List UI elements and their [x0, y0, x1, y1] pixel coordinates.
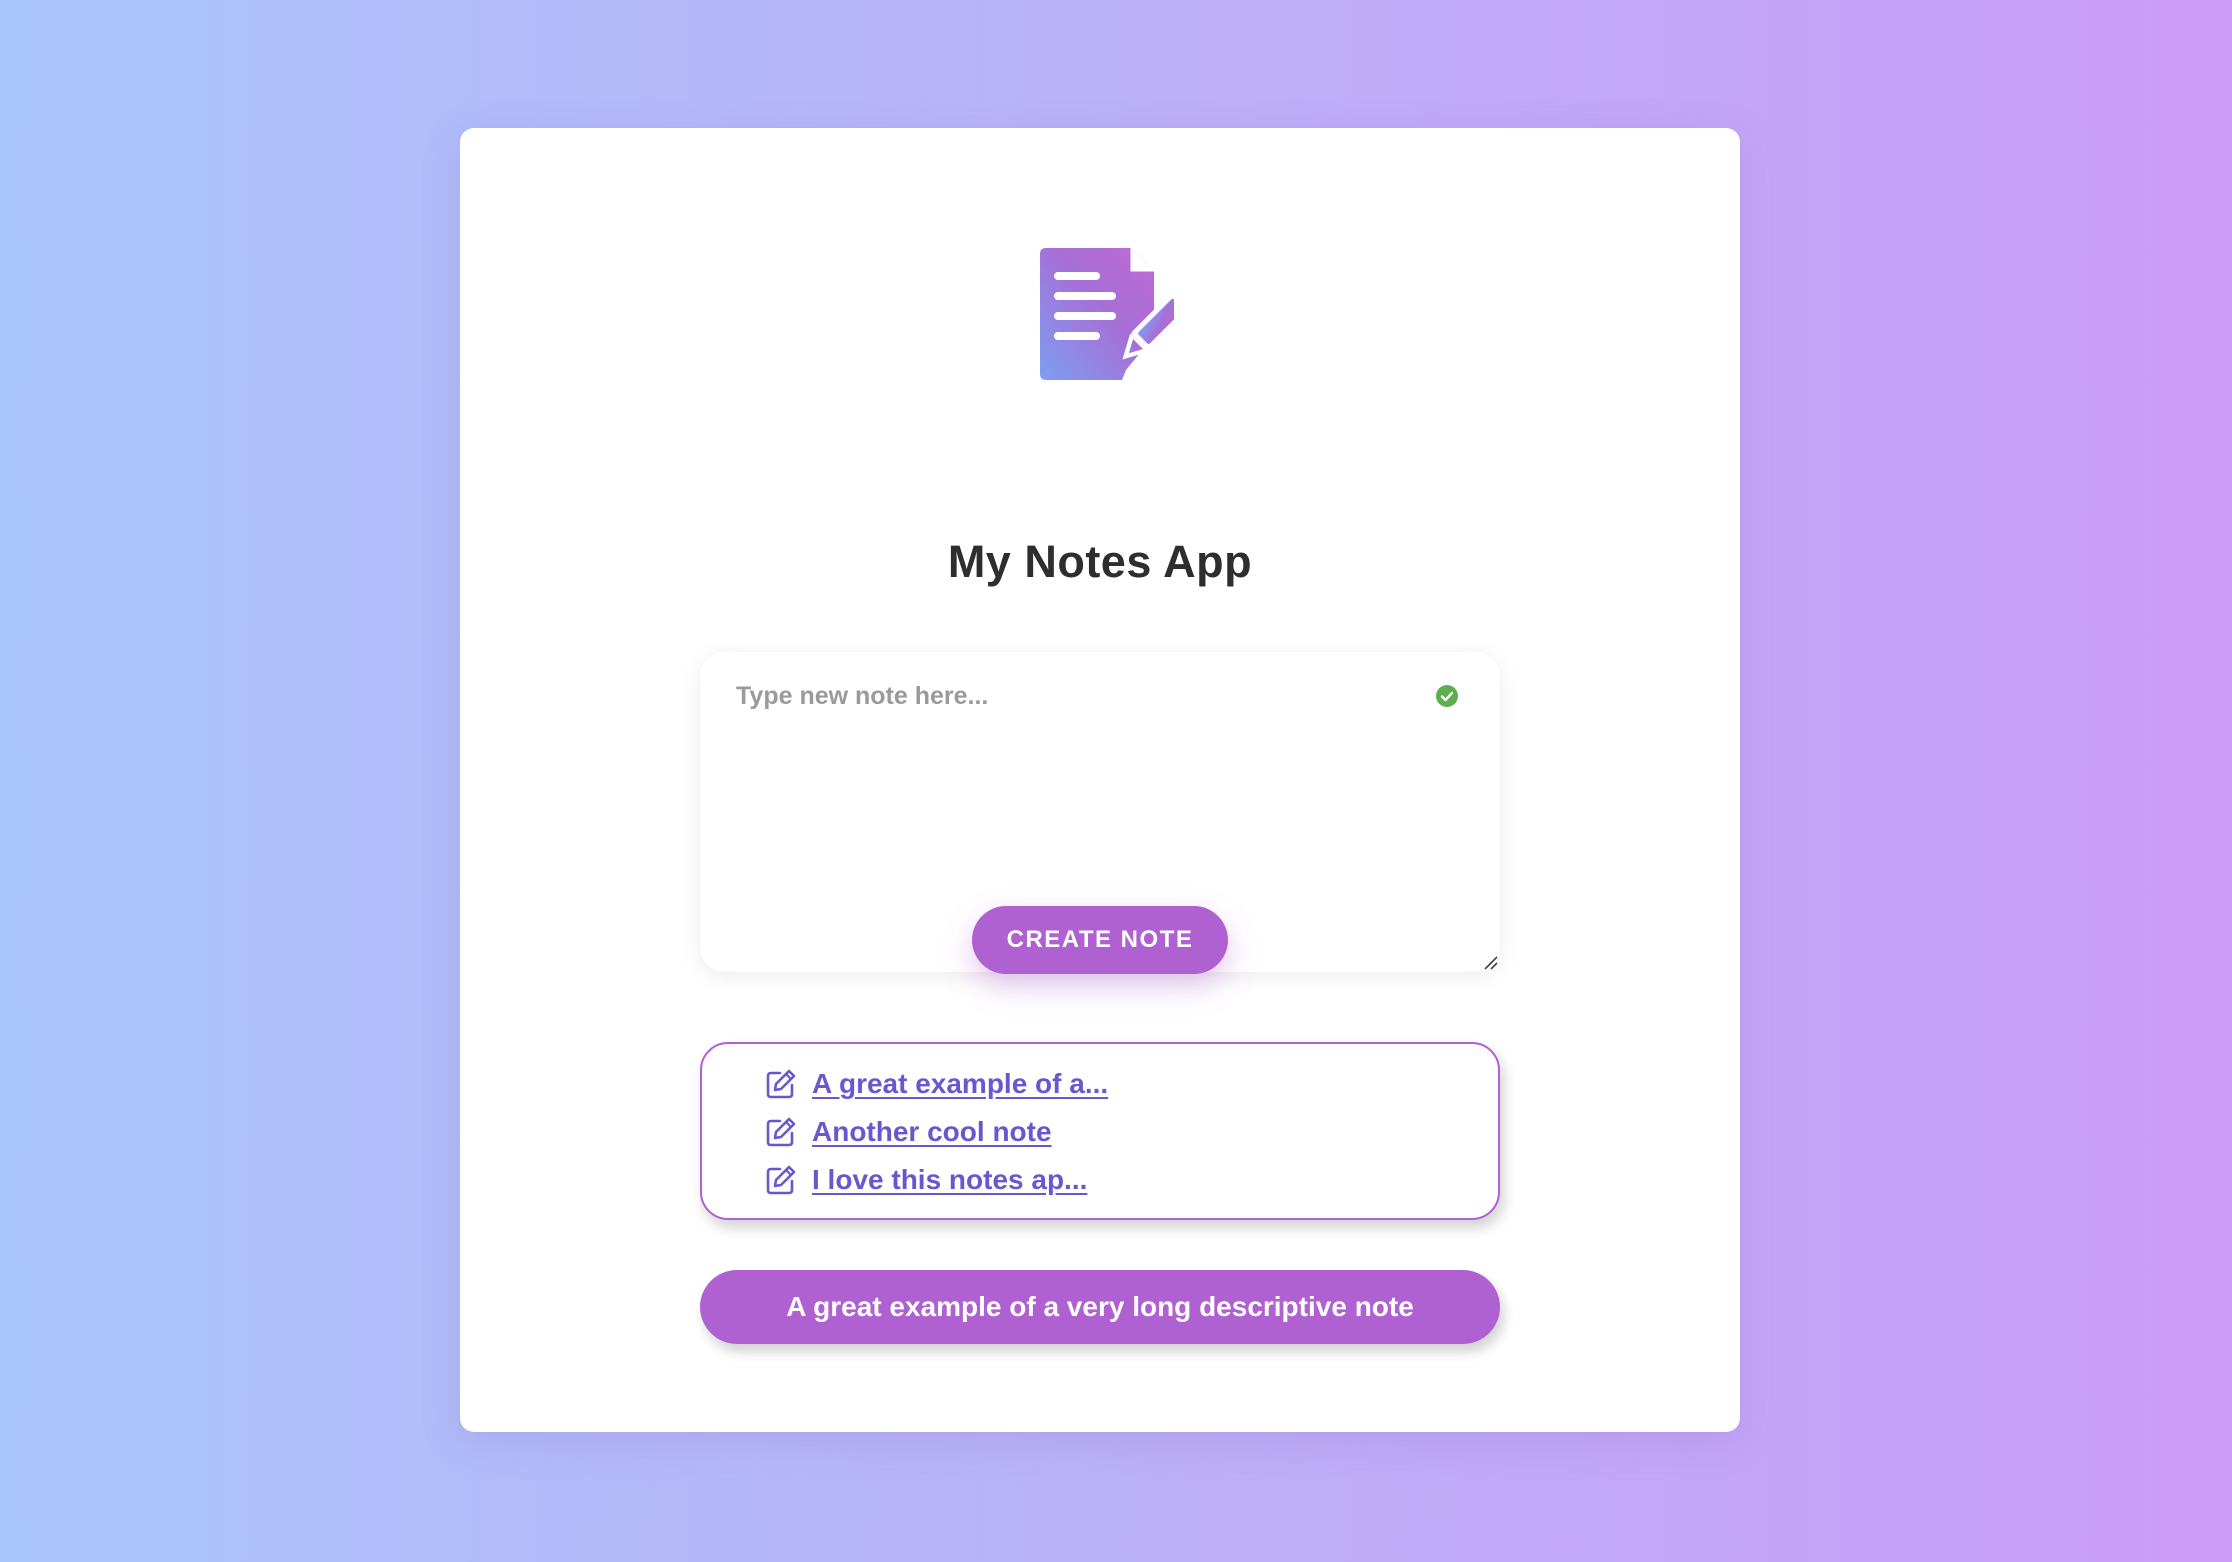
check-circle-icon [1436, 685, 1458, 707]
note-link[interactable]: A great example of a... [812, 1068, 1108, 1100]
page-title: My Notes App [947, 536, 1253, 587]
note-link[interactable]: I love this notes ap... [812, 1164, 1087, 1196]
list-item[interactable]: I love this notes ap... [764, 1160, 1087, 1200]
note-edit-icon [1034, 240, 1190, 390]
edit-icon[interactable] [764, 1163, 798, 1197]
list-item[interactable]: Another cool note [764, 1112, 1052, 1152]
edit-icon[interactable] [764, 1115, 798, 1149]
notes-list: A great example of a... Another cool not… [700, 1042, 1500, 1220]
list-item[interactable]: A great example of a... [764, 1064, 1108, 1104]
resize-handle-icon[interactable] [1482, 954, 1498, 970]
edit-icon[interactable] [764, 1067, 798, 1101]
note-link[interactable]: Another cool note [812, 1116, 1052, 1148]
create-note-button[interactable]: CREATE NOTE [972, 906, 1228, 974]
selected-note-text: A great example of a very long descripti… [700, 1270, 1500, 1344]
notes-card: My Notes App CREATE NOTE [460, 128, 1740, 1432]
